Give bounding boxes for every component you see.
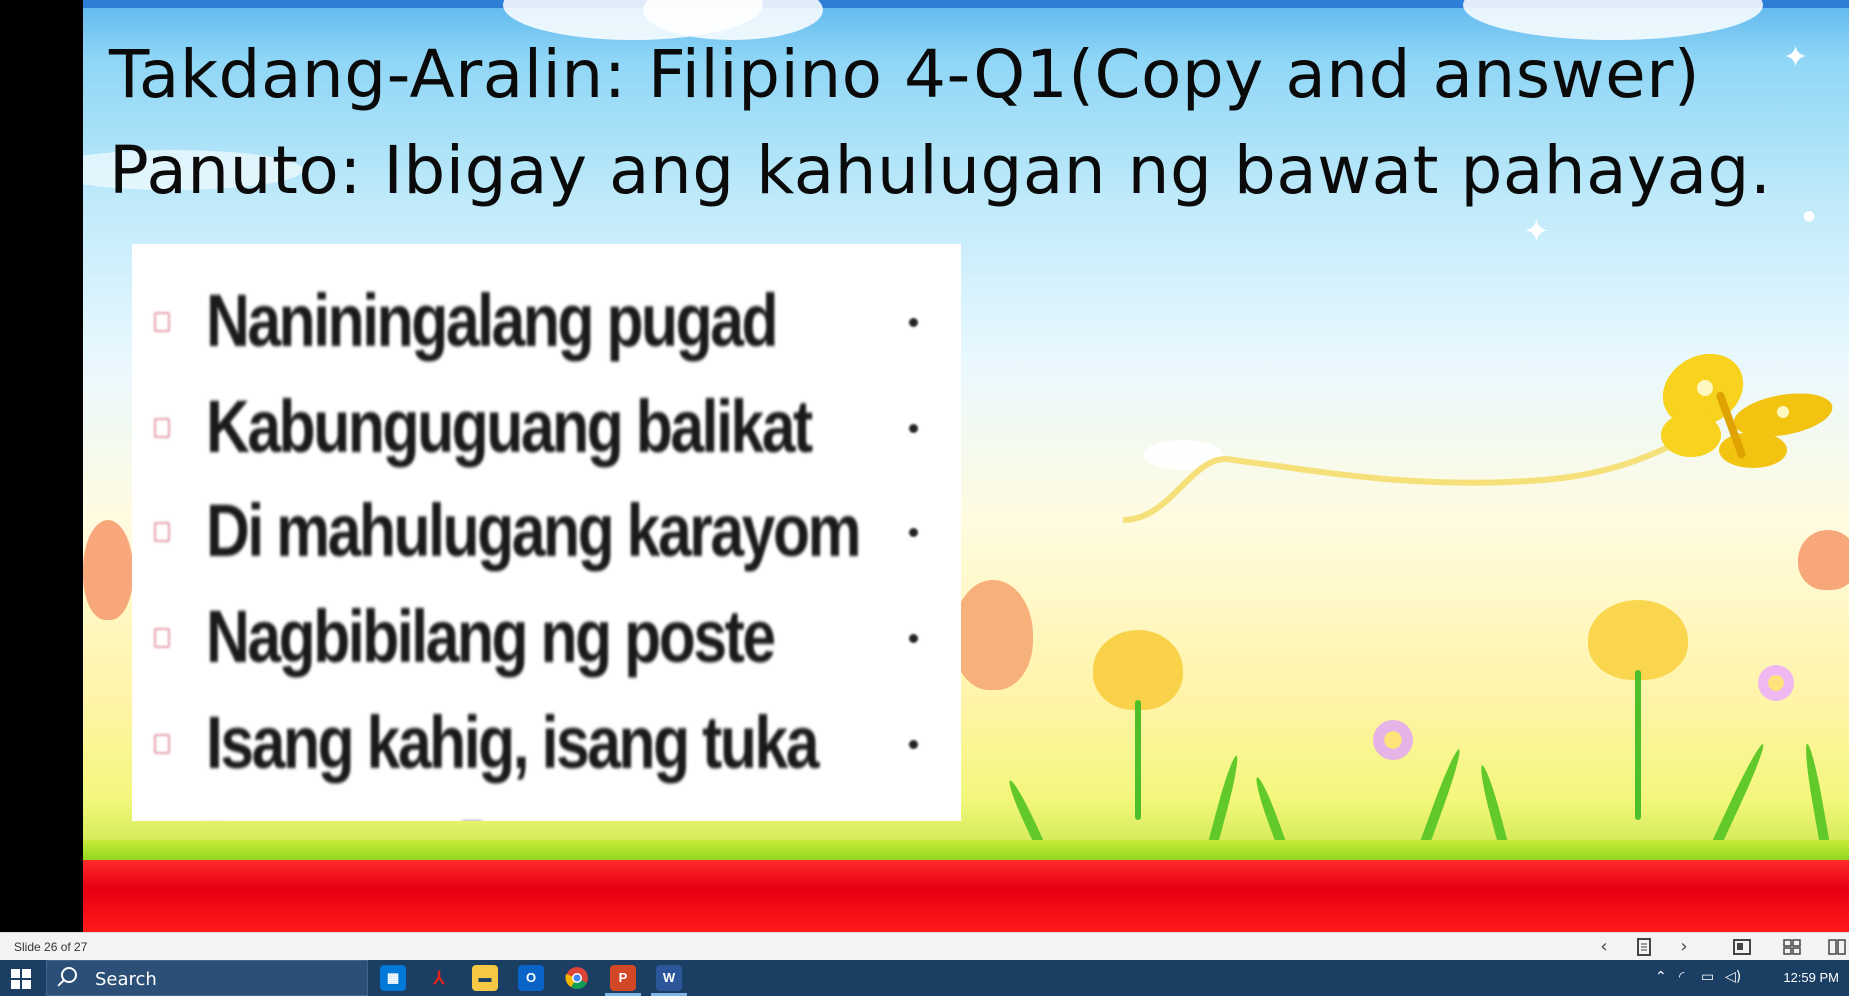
list-item: Isang kahig, isang tuka <box>154 700 954 790</box>
checkbox-bullet-icon <box>154 522 170 542</box>
system-tray: ⌃ ◜ ▭ ◁) 12:59 PM <box>1649 960 1849 996</box>
list-item-text: Naniningalang pugad <box>206 279 779 362</box>
dot-marker <box>909 318 918 327</box>
slide-indicator: Slide 26 of 27 <box>14 940 88 954</box>
dot-marker <box>909 634 918 643</box>
list-item: Di mahulugang karayom <box>154 488 954 578</box>
heart-flower <box>1588 600 1688 680</box>
taskbar-clock[interactable]: 12:59 PM <box>1783 970 1839 985</box>
dot-marker <box>909 740 918 749</box>
file-explorer-icon[interactable]: ▬ <box>472 965 498 991</box>
grass-strip <box>83 840 1849 862</box>
list-item-text: Isang kahig, isang tuka <box>206 701 820 784</box>
flower-stem <box>1135 700 1141 820</box>
checkbox-bullet-icon <box>154 312 170 332</box>
butterfly-illustration <box>1122 353 1833 523</box>
small-flower <box>1373 720 1413 760</box>
acrobat-icon[interactable]: ⅄ <box>426 965 452 991</box>
heart-flower <box>953 580 1033 690</box>
list-item-text: Kabunguguang balikat <box>206 385 813 468</box>
wifi-icon[interactable]: ◜ <box>1679 969 1684 985</box>
slide-title: Takdang-Aralin: Filipino 4-Q1(Copy and a… <box>109 36 1701 113</box>
outlook-icon[interactable]: O <box>518 965 544 991</box>
store-icon[interactable]: ▦ <box>380 965 406 991</box>
presentation-slide: ✦ ✦ ● Takdang-Aralin: Filipino 4-Q1(Copy… <box>83 0 1849 932</box>
word-icon[interactable]: W <box>656 965 682 991</box>
reading-view-icon[interactable] <box>1825 936 1849 958</box>
sparkle-icon: ✦ <box>1523 212 1550 250</box>
notes-view-button[interactable] <box>1632 936 1656 958</box>
sparkle-icon: ● <box>1803 208 1816 224</box>
checkbox-bullet-icon <box>154 418 170 438</box>
cropped-text-fragment <box>202 806 642 821</box>
dot-marker <box>909 528 918 537</box>
chrome-icon[interactable] <box>564 965 590 991</box>
slide-instructions: Panuto: Ibigay ang kahulugan ng bawat pa… <box>109 132 1772 209</box>
list-item: Nagbibilang ng poste <box>154 594 954 684</box>
flower-stem <box>1635 670 1641 820</box>
chevron-left-icon[interactable]: ‹ <box>1592 936 1616 958</box>
search-placeholder: Search <box>95 969 157 990</box>
search-icon <box>61 967 77 983</box>
list-item-text: Di mahulugang karayom <box>206 489 862 572</box>
small-flower <box>1758 665 1794 701</box>
normal-view-icon[interactable] <box>1730 936 1754 958</box>
checkbox-bullet-icon <box>154 628 170 648</box>
status-bar: Slide 26 of 27 ‹ › <box>0 932 1849 960</box>
heart-flower <box>1798 530 1849 590</box>
windows-taskbar: Search ▦ ⅄ ▬ O P W ⌃ ◜ ▭ ◁) 12:59 PM <box>0 960 1849 996</box>
idiom-list-card: Naniningalang pugad Kabunguguang balikat… <box>132 244 961 821</box>
battery-icon[interactable]: ▭ <box>1701 969 1714 985</box>
slide-sorter-icon[interactable] <box>1780 936 1804 958</box>
chevron-up-icon[interactable]: ⌃ <box>1655 969 1667 985</box>
heart-flower <box>83 520 133 620</box>
red-footer-band <box>83 860 1849 932</box>
list-item-text: Nagbibilang ng poste <box>206 595 776 678</box>
list-item: Kabunguguang balikat <box>154 384 954 474</box>
cloud <box>1463 0 1763 40</box>
windows-start-icon[interactable] <box>0 960 42 996</box>
heart-flower <box>1093 630 1183 710</box>
powerpoint-icon[interactable]: P <box>610 965 636 991</box>
volume-icon[interactable]: ◁) <box>1725 969 1741 985</box>
dot-marker <box>909 424 918 433</box>
chevron-right-icon[interactable]: › <box>1672 936 1696 958</box>
list-item: Naniningalang pugad <box>154 278 954 368</box>
taskbar-search-box[interactable]: Search <box>46 960 368 996</box>
checkbox-bullet-icon <box>154 734 170 754</box>
